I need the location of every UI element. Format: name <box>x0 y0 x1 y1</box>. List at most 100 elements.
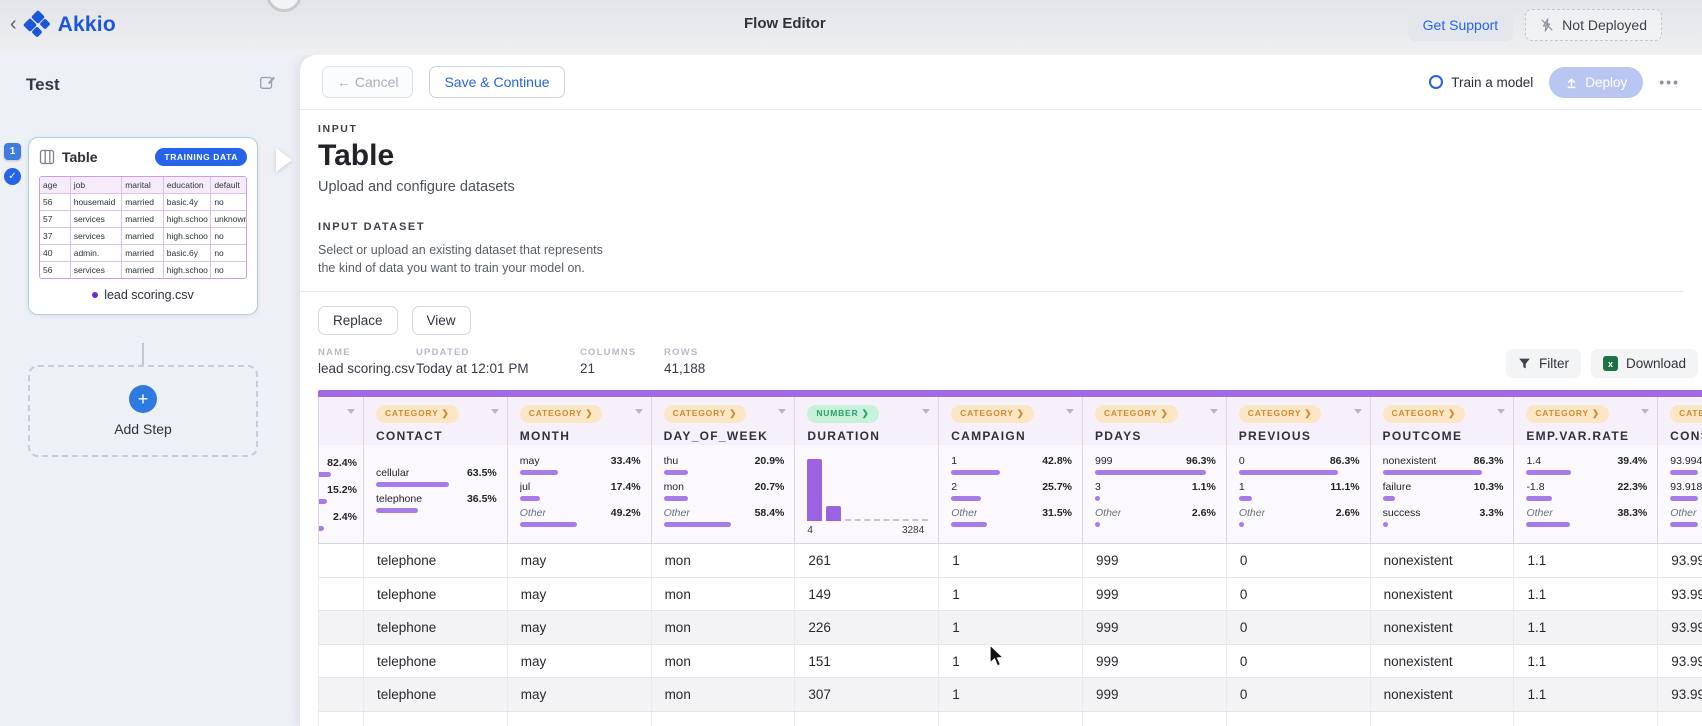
training-data-badge: TRAINING DATA <box>155 148 247 166</box>
cell <box>1371 711 1515 726</box>
type-badge-category[interactable]: CATEGORY ❯ <box>663 404 747 423</box>
add-step-button[interactable]: + Add Step <box>28 365 258 457</box>
editor-toolbar: ← Cancel Save & Continue Train a model D… <box>300 55 1702 110</box>
summary-entry-text: failure 10.3% <box>1383 481 1504 493</box>
summary-label: Other <box>663 507 690 520</box>
summary-entry: 93.918 <box>1670 481 1702 502</box>
preview-cell: 56 <box>43 265 53 275</box>
column-header-poutcome[interactable]: CATEGORY ❯ POUTCOME <box>1370 397 1515 446</box>
column-header-campaign[interactable]: CATEGORY ❯ CAMPAIGN <box>939 397 1083 446</box>
radio-icon <box>1429 75 1444 89</box>
akkio-logo[interactable]: Akkio <box>22 9 116 38</box>
filter-caret-icon[interactable] <box>1641 409 1650 415</box>
cell <box>1514 711 1659 726</box>
summary-label: -1.8 <box>1526 481 1545 494</box>
back-chevron-icon[interactable]: ‹ <box>10 14 17 34</box>
summary-entry-text: 1 42.8% <box>951 455 1072 467</box>
type-badge-number[interactable]: NUMBER ❯ <box>807 404 879 423</box>
sidebar-collapse-arrow-icon[interactable] <box>276 148 292 172</box>
filter-caret-icon[interactable] <box>1209 409 1218 415</box>
column-header-contact[interactable]: CATEGORY ❯ CONTACT <box>363 397 508 446</box>
type-badge-category[interactable]: CATEGORY ❯ <box>1094 404 1178 423</box>
filter-caret-icon[interactable] <box>1497 409 1506 415</box>
type-badge-category[interactable]: CATEGORY ❯ <box>1526 404 1609 423</box>
column-header-emp-var-rate[interactable]: CATEGORY ❯ EMP.VAR.RATE <box>1514 397 1659 446</box>
node-connector-line <box>142 343 144 365</box>
duration-histogram <box>807 455 929 522</box>
download-button[interactable]: x Download <box>1590 349 1698 379</box>
cancel-button[interactable]: ← Cancel <box>322 66 414 98</box>
train-a-model-option[interactable]: Train a model <box>1429 75 1533 90</box>
summary-label: Other <box>1526 507 1553 520</box>
page-title-flow-editor: Flow Editor <box>744 15 826 32</box>
preview-cell: high.schoo <box>162 211 211 227</box>
column-summary: 93.994 93.918 Other <box>1658 445 1702 545</box>
cell: may <box>508 544 652 577</box>
column-header-clipped[interactable] <box>318 397 364 446</box>
table-row[interactable]: telephone may mon 151 1 999 0 nonexistent 1.1 93.… <box>318 644 1702 679</box>
type-badge-category[interactable]: CATEGORY ❯ <box>375 404 459 423</box>
filter-caret-icon[interactable] <box>490 409 499 415</box>
summary-label: 1.4 <box>1526 455 1542 468</box>
summary-entry-text: 1.4 39.4% <box>1526 455 1647 467</box>
replace-button[interactable]: Replace <box>318 306 398 336</box>
deploy-button[interactable]: Deploy <box>1549 66 1644 98</box>
type-badge-category[interactable]: CATEGORY ❯ <box>519 404 603 423</box>
table-row[interactable]: telephone may mon 149 1 999 0 nonexistent 1.1 93.… <box>318 577 1702 612</box>
summary-percent: 25.7% <box>1042 481 1072 494</box>
filter-caret-icon[interactable] <box>922 409 931 415</box>
funnel-icon <box>1519 358 1530 369</box>
summary-percent: 15.2% <box>327 484 357 497</box>
column-header-duration[interactable]: NUMBER ❯ DURATION <box>795 397 940 446</box>
save-continue-button[interactable]: Save & Continue <box>429 66 565 98</box>
table-node-card[interactable]: Table TRAINING DATA age job marital educati… <box>28 137 258 315</box>
summary-entry-text: Other 49.2% <box>520 507 641 519</box>
summary-entry: 1 11.1% <box>1238 481 1360 502</box>
column-header-day-of-week[interactable]: CATEGORY ❯ DAY_OF_WEEK <box>651 397 796 446</box>
summary-entry-text: success 3.3% <box>1383 507 1504 519</box>
column-header-cons[interactable]: CATEGORY ❯ CONS <box>1658 397 1702 446</box>
view-button[interactable]: View <box>411 306 471 336</box>
cell <box>508 711 652 726</box>
type-badge-category[interactable]: CATEGORY ❯ <box>1670 404 1702 423</box>
summary-bar <box>319 499 327 505</box>
more-options-button[interactable]: ••• <box>1659 74 1680 90</box>
column-header-month[interactable]: CATEGORY ❯ MONTH <box>507 397 652 446</box>
summary-percent: 42.8% <box>1042 455 1072 468</box>
summary-label: 2 <box>951 481 958 494</box>
summary-entry: Other 58.4% <box>663 507 784 528</box>
type-badge-category[interactable]: CATEGORY ❯ <box>1238 404 1322 423</box>
table-row[interactable]: telephone may mon 261 1 999 0 nonexistent 1.1 93.… <box>318 544 1702 578</box>
step-title: Table <box>318 139 395 172</box>
summary-entry-text: Other 2.6% <box>1095 507 1216 519</box>
filter-caret-icon[interactable] <box>346 409 355 415</box>
type-badge-category[interactable]: CATEGORY ❯ <box>1382 404 1466 423</box>
summary-entry: telephone 36.5% <box>375 493 497 514</box>
filter-button[interactable]: Filter <box>1505 349 1581 379</box>
type-badge-category[interactable]: CATEGORY ❯ <box>951 404 1034 423</box>
summary-entry: 93.994 <box>1670 455 1702 476</box>
filter-caret-icon[interactable] <box>634 409 643 415</box>
filter-caret-icon[interactable] <box>778 409 787 415</box>
column-name: PREVIOUS <box>1238 428 1312 443</box>
summary-label: may <box>519 455 540 468</box>
preview-cell: no <box>210 262 246 278</box>
column-header-previous[interactable]: CATEGORY ❯ PREVIOUS <box>1226 397 1371 446</box>
histogram-min: 4 <box>807 525 813 537</box>
summary-entry-text: 0 86.3% <box>1239 455 1360 467</box>
cell: 1 <box>939 644 1083 678</box>
cell: 0 <box>1227 577 1371 611</box>
edit-project-icon[interactable] <box>258 73 276 96</box>
table-row[interactable]: telephone may mon 307 1 999 0 nonexistent 1.1 93.… <box>318 678 1702 712</box>
grid-body: telephone may mon 261 1 999 0 nonexistent 1.1 93.… <box>318 544 1702 726</box>
filter-caret-icon[interactable] <box>1353 409 1362 415</box>
filter-caret-icon[interactable] <box>1065 409 1074 415</box>
not-deployed-button[interactable]: Not Deployed <box>1525 9 1662 41</box>
cell: 93.99 <box>1658 645 1702 678</box>
preview-cell: services <box>69 228 121 244</box>
column-header-pdays[interactable]: CATEGORY ❯ PDAYS <box>1082 397 1227 446</box>
table-row[interactable]: telephone may mon 226 1 999 0 nonexistent 1.1 93.… <box>318 611 1702 645</box>
column-summary: nonexistent 86.3% failure 10.3% success 3.3% <box>1370 445 1515 545</box>
summary-label: Other <box>519 507 547 520</box>
get-support-button[interactable]: Get Support <box>1407 9 1514 41</box>
